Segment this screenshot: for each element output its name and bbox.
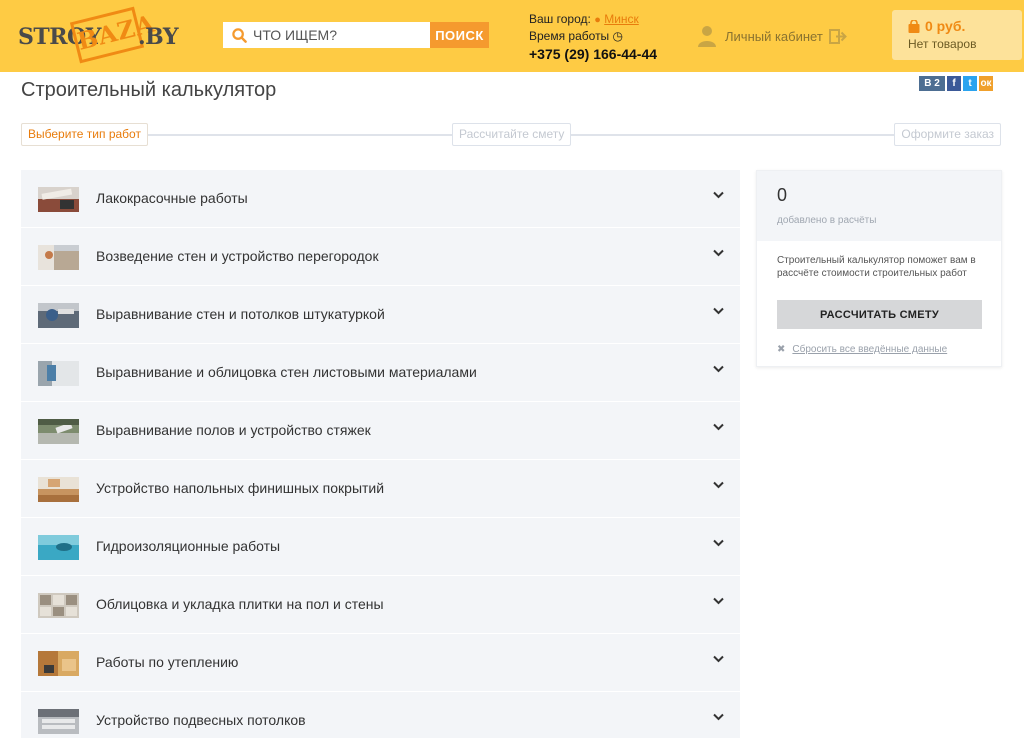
estimate-summary-panel: 0 добавлено в расчёты Строительный кальк…	[756, 170, 1002, 367]
step-calculate[interactable]: Рассчитайте смету	[452, 123, 572, 146]
floor-icon	[38, 477, 79, 502]
category-item[interactable]: Возведение стен и устройство перегородок	[21, 228, 740, 286]
chevron-down-icon[interactable]	[713, 597, 724, 605]
category-item[interactable]: Выравнивание и облицовка стен листовыми …	[21, 344, 740, 402]
twitter-icon: t	[968, 78, 972, 89]
summary-header: 0 добавлено в расчёты	[757, 171, 1001, 241]
progress-steps: Выберите тип работ Рассчитайте смету Офо…	[21, 123, 1001, 147]
phone-number[interactable]: +375 (29) 166-44-44	[529, 46, 657, 62]
facebook-icon: f	[952, 78, 956, 89]
ceiling-icon	[38, 709, 79, 734]
category-item[interactable]: Устройство подвесных потолков	[21, 692, 740, 738]
search-box	[223, 22, 430, 48]
category-item[interactable]: Лакокрасочные работы	[21, 170, 740, 228]
page-title: Строительный калькулятор	[21, 79, 277, 101]
category-item[interactable]: Облицовка и укладка плитки на пол и стен…	[21, 576, 740, 634]
waterproof-icon	[38, 535, 79, 560]
search-button[interactable]: ПОИСК	[430, 22, 489, 48]
odnoklassniki-share-button[interactable]: ок	[979, 76, 993, 91]
reset-data-label: Сбросить все введённые данные	[792, 344, 948, 355]
wall-icon	[38, 245, 79, 270]
category-item[interactable]: Выравнивание полов и устройство стяжек	[21, 402, 740, 460]
clock-icon[interactable]: ◷	[613, 29, 623, 43]
calculate-estimate-button[interactable]: РАССЧИТАТЬ СМЕТУ	[777, 300, 982, 329]
chevron-down-icon[interactable]	[713, 481, 724, 489]
cart-items-count: Нет товаров	[908, 37, 977, 51]
shopping-bag-icon	[908, 19, 920, 33]
drywall-icon	[38, 361, 79, 386]
category-label: Устройство подвесных потолков	[96, 712, 306, 728]
step-checkout[interactable]: Оформите заказ	[894, 123, 1001, 146]
close-icon: ✖	[777, 344, 786, 355]
contact-info: Ваш город: ● Минск Время работы ◷ +375 (…	[529, 11, 657, 62]
search-bar: ПОИСК	[223, 22, 489, 48]
category-label: Лакокрасочные работы	[96, 190, 248, 206]
twitter-share-button[interactable]: t	[963, 76, 977, 91]
category-item[interactable]: Устройство напольных финишных покрытий	[21, 460, 740, 518]
logo-text-by: .BY	[138, 24, 179, 50]
city-label: Ваш город:	[529, 12, 591, 26]
insulation-icon	[38, 651, 79, 676]
chevron-down-icon[interactable]	[713, 365, 724, 373]
category-item[interactable]: Работы по утеплению	[21, 634, 740, 692]
chevron-down-icon[interactable]	[713, 249, 724, 257]
vk-share-count: 2	[934, 78, 940, 89]
added-count: 0	[777, 185, 788, 205]
city-select-link[interactable]: Минск	[604, 12, 639, 26]
chevron-down-icon[interactable]	[713, 191, 724, 199]
chevron-down-icon[interactable]	[713, 655, 724, 663]
paint-icon	[38, 187, 79, 212]
site-header: STROY BAZA .BY ПОИСК Ваш город: ● Минск …	[0, 0, 1024, 72]
category-label: Выравнивание стен и потолков штукатуркой	[96, 306, 385, 322]
category-label: Устройство напольных финишных покрытий	[96, 480, 385, 496]
login-icon	[828, 28, 847, 44]
tile-icon	[38, 593, 79, 618]
location-pin-icon: ●	[594, 14, 601, 26]
social-share: В 2 f t ок	[919, 76, 993, 91]
site-logo[interactable]: STROY BAZA .BY	[18, 6, 179, 64]
account-label: Личный кабинет	[725, 28, 823, 44]
category-label: Возведение стен и устройство перегородок	[96, 248, 379, 264]
odnoklassniki-icon: ок	[980, 78, 992, 89]
account-link[interactable]: Личный кабинет	[697, 25, 847, 47]
category-item[interactable]: Гидроизоляционные работы	[21, 518, 740, 576]
chevron-down-icon[interactable]	[713, 713, 724, 721]
vk-icon: В	[924, 78, 932, 89]
logo-stamp-baza: BAZA	[69, 6, 158, 64]
chevron-down-icon[interactable]	[713, 539, 724, 547]
category-label: Облицовка и укладка плитки на пол и стен…	[96, 596, 384, 612]
cart-widget[interactable]: 0 руб. Нет товаров	[892, 10, 1022, 60]
category-label: Выравнивание и облицовка стен листовыми …	[96, 364, 477, 380]
chevron-down-icon[interactable]	[713, 423, 724, 431]
vk-share-button[interactable]: В 2	[919, 76, 945, 91]
category-label: Выравнивание полов и устройство стяжек	[96, 422, 371, 438]
facebook-share-button[interactable]: f	[947, 76, 961, 91]
cart-total: 0 руб.	[925, 18, 966, 34]
search-icon	[232, 27, 247, 43]
search-input[interactable]	[253, 27, 423, 43]
step-select-work[interactable]: Выберите тип работ	[21, 123, 148, 146]
calculator-description: Строительный калькулятор поможет вам в р…	[777, 255, 976, 279]
added-count-label: добавлено в расчёты	[777, 215, 877, 226]
category-label: Гидроизоляционные работы	[96, 538, 281, 554]
chevron-down-icon[interactable]	[713, 307, 724, 315]
working-hours-label[interactable]: Время работы	[529, 29, 609, 43]
plaster-icon	[38, 303, 79, 328]
user-icon	[698, 26, 716, 47]
category-label: Работы по утеплению	[96, 654, 239, 670]
category-item[interactable]: Выравнивание стен и потолков штукатуркой	[21, 286, 740, 344]
screed-icon	[38, 419, 79, 444]
work-categories-list: Лакокрасочные работы Возведение стен и у…	[21, 170, 740, 738]
reset-data-link[interactable]: ✖ Сбросить все введённые данные	[777, 344, 947, 355]
